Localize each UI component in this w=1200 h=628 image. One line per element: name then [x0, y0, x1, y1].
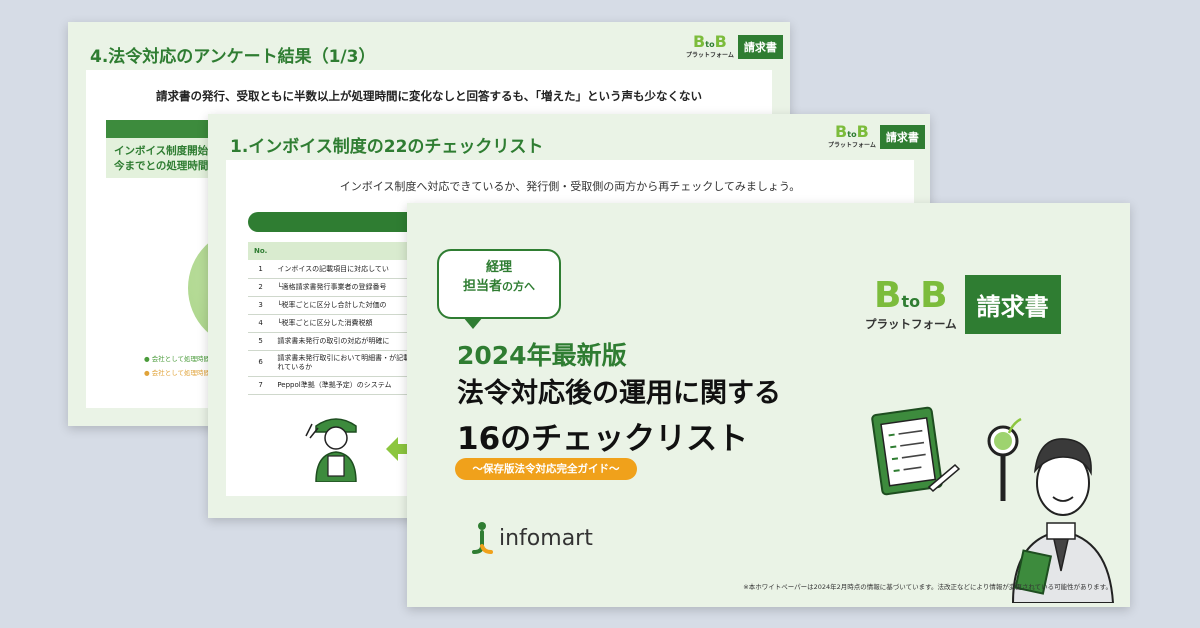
table-header-row: No. 項目 — [248, 242, 428, 260]
row-number: 7 — [248, 376, 274, 395]
clipboard-illustration — [871, 406, 961, 496]
logo-mark: BtoB — [693, 32, 727, 51]
legend-item: ● 会社として処理時間 — [144, 355, 211, 363]
table-row: 3 └税率ごとに区分し合計した対価の — [248, 296, 428, 315]
table-row: 4 └税率ごとに区分した消費税額 — [248, 314, 428, 333]
row-item: 請求書未発行取引において明細書・が記載されているか — [273, 350, 428, 377]
infomart-logo-icon — [472, 522, 493, 554]
logo-mark: BtoB — [835, 122, 869, 141]
delivery-worker-illustration — [305, 418, 357, 482]
slide-cover: 経理 担当者の方へ 2024年最新版 法令対応後の運用に関する 16のチェックリ… — [407, 203, 1130, 607]
audience-speech-bubble: 経理 担当者の方へ — [437, 249, 561, 329]
bubble-line-small: の方へ — [502, 279, 535, 293]
bubble-line: 経理 — [485, 260, 512, 275]
infomart-brand: infomart — [471, 521, 593, 555]
btob-logo: BtoB プラットフォーム 請求書 — [865, 275, 1061, 334]
column-header-item: 項目 — [273, 242, 428, 260]
row-number: 1 — [248, 260, 274, 279]
footnote: ※本ホワイトペーパーは2024年2月時点の情報に基づいています。法改正などにより… — [743, 583, 1112, 591]
logo-badge: 請求書 — [737, 34, 783, 59]
row-item: └税率ごとに区分し合計した対価の — [273, 296, 428, 315]
subtitle-pill: ～保存版法令対応完全ガイド～ — [455, 458, 637, 480]
row-number: 5 — [248, 332, 274, 351]
row-number: 6 — [248, 350, 274, 377]
bubble-line: 担当者 — [462, 278, 502, 294]
table-row: 5 請求書未発行の取引の対応が明確に — [248, 332, 428, 351]
lead-text: 請求書の発行、受取ともに半数以上が処理時間に変化なしと回答するも、「増えた」とい… — [156, 89, 702, 103]
logo-subtext: プラットフォーム — [828, 142, 876, 149]
row-item: 請求書未発行の取引の対応が明確に — [273, 332, 428, 351]
column-header-no: No. — [248, 242, 274, 260]
table-row: 7 Peppol準拠（準拠予定）のシステム — [248, 376, 428, 395]
row-number: 4 — [248, 314, 274, 333]
row-number: 3 — [248, 296, 274, 315]
legend-item: ● 会社として処理時間 — [144, 369, 211, 377]
table-row: 1 インボイスの記載項目に対応してい — [248, 260, 428, 279]
headline-line-1: 法令対応後の運用に関する — [457, 378, 781, 409]
slide-title: 4.法令対応のアンケート結果（1/3） — [90, 47, 376, 67]
row-item: └税率ごとに区分した消費税額 — [273, 314, 428, 333]
brand-name: infomart — [499, 525, 593, 551]
table-row: 2 └適格請求書発行事業者の登録番号 — [248, 278, 428, 297]
row-item: └適格請求書発行事業者の登録番号 — [273, 278, 428, 297]
table-row: 6 請求書未発行取引において明細書・が記載されているか — [248, 350, 428, 377]
btob-logo: BtoB プラットフォーム 請求書 — [828, 124, 925, 149]
logo-subtext: プラットフォーム — [686, 52, 734, 59]
logo-badge: 請求書 — [879, 124, 925, 149]
row-item: インボイスの記載項目に対応してい — [273, 260, 428, 279]
headline-line-2: 16のチェックリスト — [457, 421, 749, 457]
logo-subtext: プラットフォーム — [865, 316, 957, 331]
year-title: 2024年最新版 — [457, 341, 627, 370]
btob-logo: BtoB プラットフォーム 請求書 — [686, 34, 783, 59]
row-item: Peppol準拠（準拠予定）のシステム — [273, 376, 428, 395]
lead-text: インボイス制度へ対応できているか、発行側・受取側の両方から再チェックしてみましょ… — [339, 180, 801, 193]
slide-title: 1.インボイス制度の22のチェックリスト — [230, 137, 544, 157]
logo-mark: BtoB — [874, 274, 948, 316]
logo-badge: 請求書 — [964, 275, 1061, 334]
businessman-illustration — [987, 417, 1115, 603]
row-number: 2 — [248, 278, 274, 297]
checklist-table: No. 項目 1インボイスの記載項目に対応してい 2└適格請求書発行事業者の登録… — [248, 242, 428, 395]
